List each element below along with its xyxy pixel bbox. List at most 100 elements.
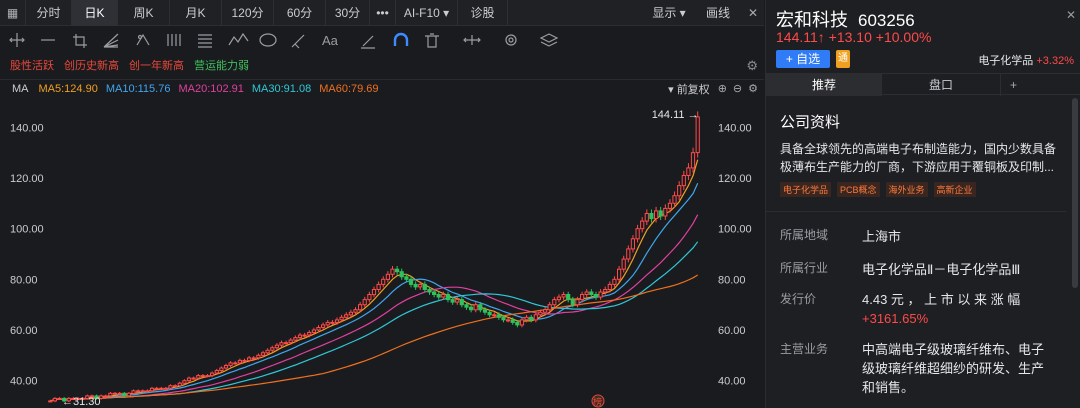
company-tag[interactable]: 海外业务 (885, 182, 928, 197)
split-icon[interactable] (463, 35, 481, 45)
candle (399, 271, 404, 278)
close-icon[interactable]: ✕ (1066, 8, 1076, 22)
period-tab[interactable]: 60分 (274, 0, 326, 26)
period-tab[interactable]: 周K (118, 0, 170, 26)
candle (103, 395, 108, 398)
vertical-lines-icon[interactable] (167, 34, 181, 46)
candle (330, 321, 335, 324)
trash-icon[interactable] (425, 33, 439, 48)
company-tag[interactable]: 高新企业 (933, 182, 976, 197)
gear-icon[interactable]: ⚙ (746, 58, 758, 74)
crop-icon[interactable] (73, 34, 87, 48)
candle (612, 278, 617, 285)
sector-badge[interactable]: 电子化学品 +3.32% (978, 52, 1074, 68)
scrollbar[interactable] (1072, 98, 1078, 288)
diagnosis-tab[interactable]: 诊股 (458, 0, 508, 26)
gear-icon[interactable]: ⚙ (748, 82, 758, 95)
adjust-dropdown[interactable]: ▾ 前复权 (668, 81, 710, 97)
candle (510, 319, 515, 323)
candle (547, 304, 552, 311)
ellipse-icon[interactable] (259, 33, 277, 47)
candle (538, 311, 543, 316)
draw-lines-button[interactable]: 画线 (694, 0, 742, 26)
company-tag[interactable]: PCB概念 (837, 182, 880, 197)
tab-pankou[interactable]: 盘口 (882, 74, 1000, 96)
layers-icon[interactable] (539, 33, 559, 47)
candle (529, 316, 534, 321)
period-tab[interactable]: 120分 (222, 0, 274, 26)
pattern-icon[interactable] (136, 33, 150, 46)
fan-icon[interactable] (103, 33, 119, 48)
tong-badge[interactable]: 通 (836, 50, 850, 68)
minus-circle-icon[interactable]: ⊖ (733, 82, 742, 95)
candle (570, 299, 575, 306)
candle (344, 314, 349, 318)
add-tab-button[interactable]: + (1000, 74, 1026, 96)
candle (154, 387, 159, 390)
company-description: 具备全球领先的高端电子布制造能力，国内少数具备 极薄布生产能力的厂商，下游应用于覆… (780, 142, 1057, 174)
plus-circle-icon[interactable]: ⊕ (718, 82, 727, 95)
candle (519, 319, 525, 326)
signal-tag[interactable]: 股性活跃 (10, 57, 54, 73)
ipo-row: 发行价 4.43 元 ， 上 市 以 来 涨 幅 +3161.65% (780, 292, 1021, 326)
fibonacci-icon[interactable] (198, 34, 212, 48)
candle (552, 299, 557, 306)
ruler-icon[interactable] (361, 35, 375, 49)
candle (630, 238, 635, 250)
candle (492, 314, 497, 317)
info-tabs: 推荐 盘口 + (766, 73, 1080, 96)
drawing-toolbar: Aa (0, 27, 764, 53)
period-tab[interactable]: 30分 (326, 0, 370, 26)
stock-info-panel: 宏和科技 603256 144.11↑ +13.10 +10.00% ✕ + 自选… (765, 0, 1080, 408)
candle (390, 268, 395, 275)
period-tab[interactable]: 日K (72, 0, 118, 26)
crosshair-icon[interactable] (9, 33, 25, 47)
candle (667, 202, 672, 209)
candle (589, 291, 594, 295)
company-tag[interactable]: 电子化学品 (780, 182, 832, 197)
candle (566, 294, 571, 301)
ai-f10-tab[interactable]: AI-F10 ▾ (396, 0, 458, 26)
industry-row: 所属行业 电子化学品Ⅱ－电子化学品Ⅲ (780, 261, 1021, 277)
signal-tag[interactable]: 营运能力弱 (194, 57, 249, 73)
ma-value: MA60:79.69 (319, 82, 379, 95)
y-tick-label-right: 120.00 (718, 173, 752, 185)
close-icon[interactable]: ✕ (742, 0, 764, 26)
grid-layout-icon[interactable]: ▦ (0, 0, 26, 26)
text-tool-icon[interactable]: Aa (322, 33, 339, 48)
candle (695, 116, 700, 154)
candle (307, 332, 312, 336)
candlestick-chart[interactable]: 40.00 40.00 60.00 60.00 80.00 80.00 100.00 100.… (0, 98, 764, 408)
candle (408, 278, 414, 285)
candle (580, 294, 585, 301)
signal-tag[interactable]: 创历史新高 (64, 57, 119, 73)
candle (432, 291, 437, 295)
add-watchlist-button[interactable]: + 自选 (776, 50, 830, 68)
y-tick-label-left: 100.00 (10, 224, 44, 236)
candle (182, 380, 187, 384)
candle (635, 228, 640, 240)
candle (575, 299, 580, 306)
magnet-icon[interactable] (393, 32, 409, 46)
tab-recommend[interactable]: 推荐 (766, 74, 882, 96)
period-tab[interactable]: 分时 (26, 0, 72, 26)
candle (607, 283, 612, 290)
candle (681, 175, 686, 187)
wave-icon[interactable] (228, 32, 249, 46)
period-tabs: ▦ 分时 日K 周K 月K 120分 60分 30分 ••• AI-F10 ▾ 诊股 显示 … (0, 0, 764, 26)
candle (256, 354, 261, 359)
settings-icon[interactable] (505, 34, 517, 46)
candle (274, 344, 279, 349)
candle (316, 327, 321, 331)
candle (140, 390, 145, 393)
brush-icon[interactable] (291, 34, 305, 49)
period-tab[interactable]: 月K (170, 0, 222, 26)
y-tick-label-right: 140.00 (718, 122, 752, 134)
candle (677, 185, 682, 197)
more-button[interactable]: ••• (370, 0, 396, 26)
candle (191, 377, 196, 380)
display-dropdown[interactable]: 显示 ▾ (644, 0, 694, 26)
signal-tag[interactable]: 创一年新高 (129, 57, 184, 73)
chart-panel: ▦ 分时 日K 周K 月K 120分 60分 30分 ••• AI-F10 ▾ 诊股 显示 … (0, 0, 764, 408)
candle (228, 362, 233, 366)
